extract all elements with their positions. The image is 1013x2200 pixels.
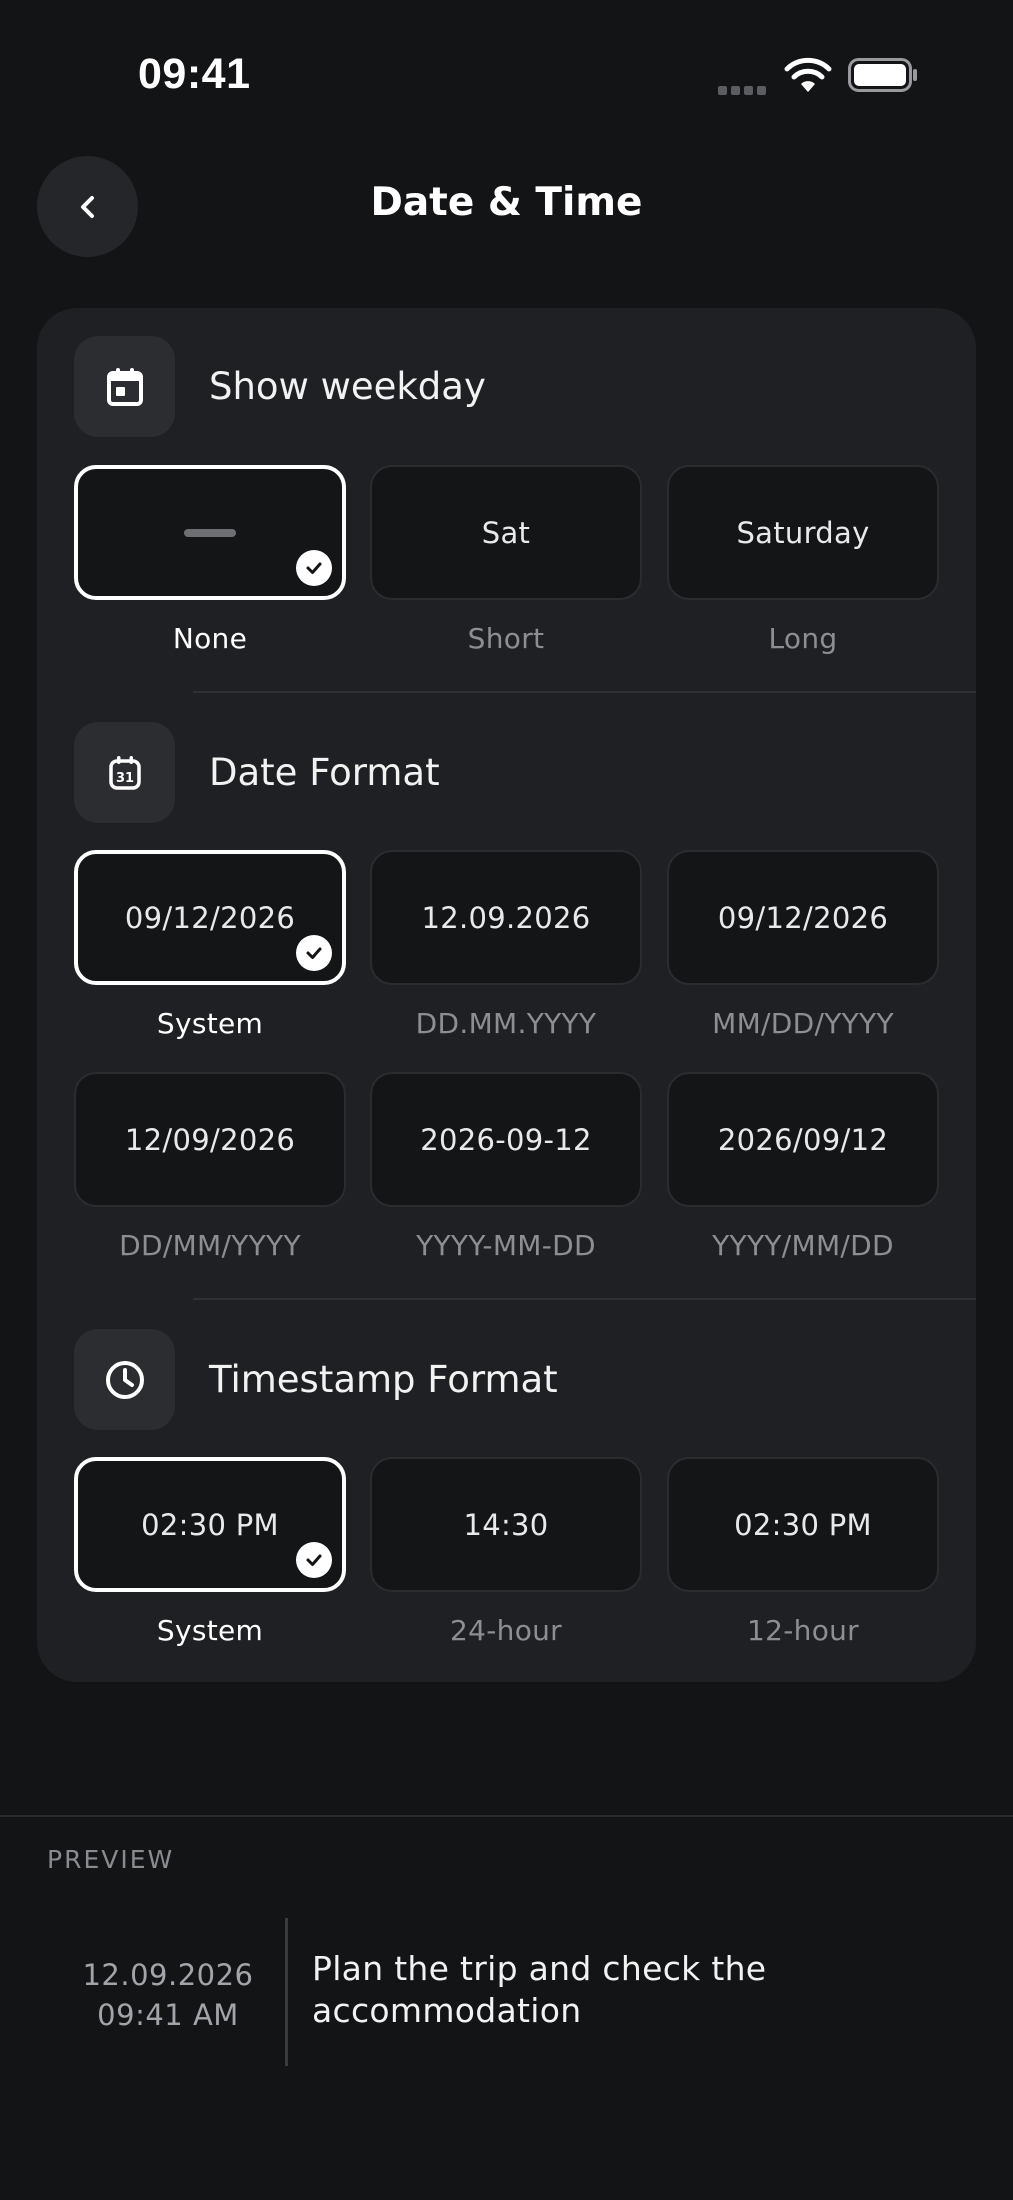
option-value: 09/12/2026 [124, 900, 296, 935]
option-label: MM/DD/YYYY [712, 1007, 894, 1040]
date-format-option-dd-mm-yyyy-slash[interactable]: 12/09/2026 DD/MM/YYYY [74, 1072, 346, 1262]
option-preview: 2026/09/12 [667, 1072, 939, 1207]
weekday-option-short[interactable]: Sat Short [370, 465, 642, 655]
timestamp-format-section-header: Timestamp Format [74, 1329, 934, 1430]
dash-icon [184, 528, 236, 537]
battery-icon [848, 58, 917, 92]
preview-divider [0, 1815, 1013, 1817]
option-label: YYYY/MM/DD [712, 1229, 894, 1262]
settings-card: Show weekday None Sat Short Saturday Lon… [37, 308, 976, 1682]
option-label: DD.MM.YYYY [415, 1007, 597, 1040]
checkmark-icon [296, 1542, 332, 1578]
cellular-signal-icon [718, 80, 770, 95]
preview-date: 12.09.2026 [82, 1958, 254, 1992]
preview-separator [285, 1918, 288, 2066]
section-divider [193, 691, 976, 693]
svg-text:31: 31 [115, 771, 133, 786]
date-time-settings-screen: 09:41 Date & Time Show weekday None Sat … [0, 0, 1013, 2200]
preview-message: Plan the trip and check the accommodatio… [312, 1949, 767, 2030]
option-preview: 12/09/2026 [74, 1072, 346, 1207]
option-label: YYYY-MM-DD [416, 1229, 596, 1262]
option-preview: Saturday [667, 465, 939, 600]
date-format-section-header: 31 Date Format [74, 722, 934, 823]
option-label: Short [467, 622, 545, 655]
option-value: 02:30 PM [141, 1507, 279, 1542]
weekday-option-none[interactable]: None [74, 465, 346, 655]
date-format-option-mm-dd-yyyy[interactable]: 09/12/2026 MM/DD/YYYY [667, 850, 939, 1040]
date-format-option-yyyy-mm-dd-slash[interactable]: 2026/09/12 YYYY/MM/DD [667, 1072, 939, 1262]
timestamp-option-12-hour[interactable]: 02:30 PM 12-hour [667, 1457, 939, 1647]
weekday-section-title: Show weekday [209, 365, 486, 408]
date-format-option-yyyy-mm-dd-dash[interactable]: 2026-09-12 YYYY-MM-DD [370, 1072, 642, 1262]
wifi-icon [784, 57, 832, 92]
preview-time: 09:41 AM [97, 1998, 239, 2032]
preview-timestamp: 12.09.2026 09:41 AM [40, 1955, 296, 2035]
option-preview: 2026-09-12 [370, 1072, 642, 1207]
preview-heading: PREVIEW [47, 1845, 175, 1874]
option-label: System [156, 1614, 264, 1647]
option-preview: Sat [370, 465, 642, 600]
option-label: None [172, 622, 248, 655]
weekday-option-long[interactable]: Saturday Long [667, 465, 939, 655]
option-label: DD/MM/YYYY [119, 1229, 301, 1262]
checkmark-icon [296, 550, 332, 586]
calendar-31-icon: 31 [74, 722, 175, 823]
date-format-section-title: Date Format [209, 751, 440, 794]
option-preview: 02:30 PM [74, 1457, 346, 1592]
page-title: Date & Time [370, 180, 643, 225]
option-preview [74, 465, 346, 600]
timestamp-option-24-hour[interactable]: 14:30 24-hour [370, 1457, 642, 1647]
option-preview: 09/12/2026 [667, 850, 939, 985]
option-preview: 02:30 PM [667, 1457, 939, 1592]
option-preview: 09/12/2026 [74, 850, 346, 985]
weekday-section-header: Show weekday [74, 336, 934, 437]
section-divider [193, 1298, 976, 1300]
option-label: Long [768, 622, 838, 655]
option-label: 24-hour [450, 1614, 562, 1647]
timestamp-option-system[interactable]: 02:30 PM System [74, 1457, 346, 1647]
option-label: System [156, 1007, 264, 1040]
option-preview: 12.09.2026 [370, 850, 642, 985]
timestamp-format-section-title: Timestamp Format [209, 1358, 558, 1401]
calendar-icon [74, 336, 175, 437]
status-time: 09:41 [138, 50, 251, 98]
date-format-option-system[interactable]: 09/12/2026 System [74, 850, 346, 1040]
option-label: 12-hour [747, 1614, 859, 1647]
checkmark-icon [296, 935, 332, 971]
clock-icon [74, 1329, 175, 1430]
option-preview: 14:30 [370, 1457, 642, 1592]
date-format-option-dd-mm-yyyy-dot[interactable]: 12.09.2026 DD.MM.YYYY [370, 850, 642, 1040]
status-bar: 09:41 [0, 0, 1013, 150]
